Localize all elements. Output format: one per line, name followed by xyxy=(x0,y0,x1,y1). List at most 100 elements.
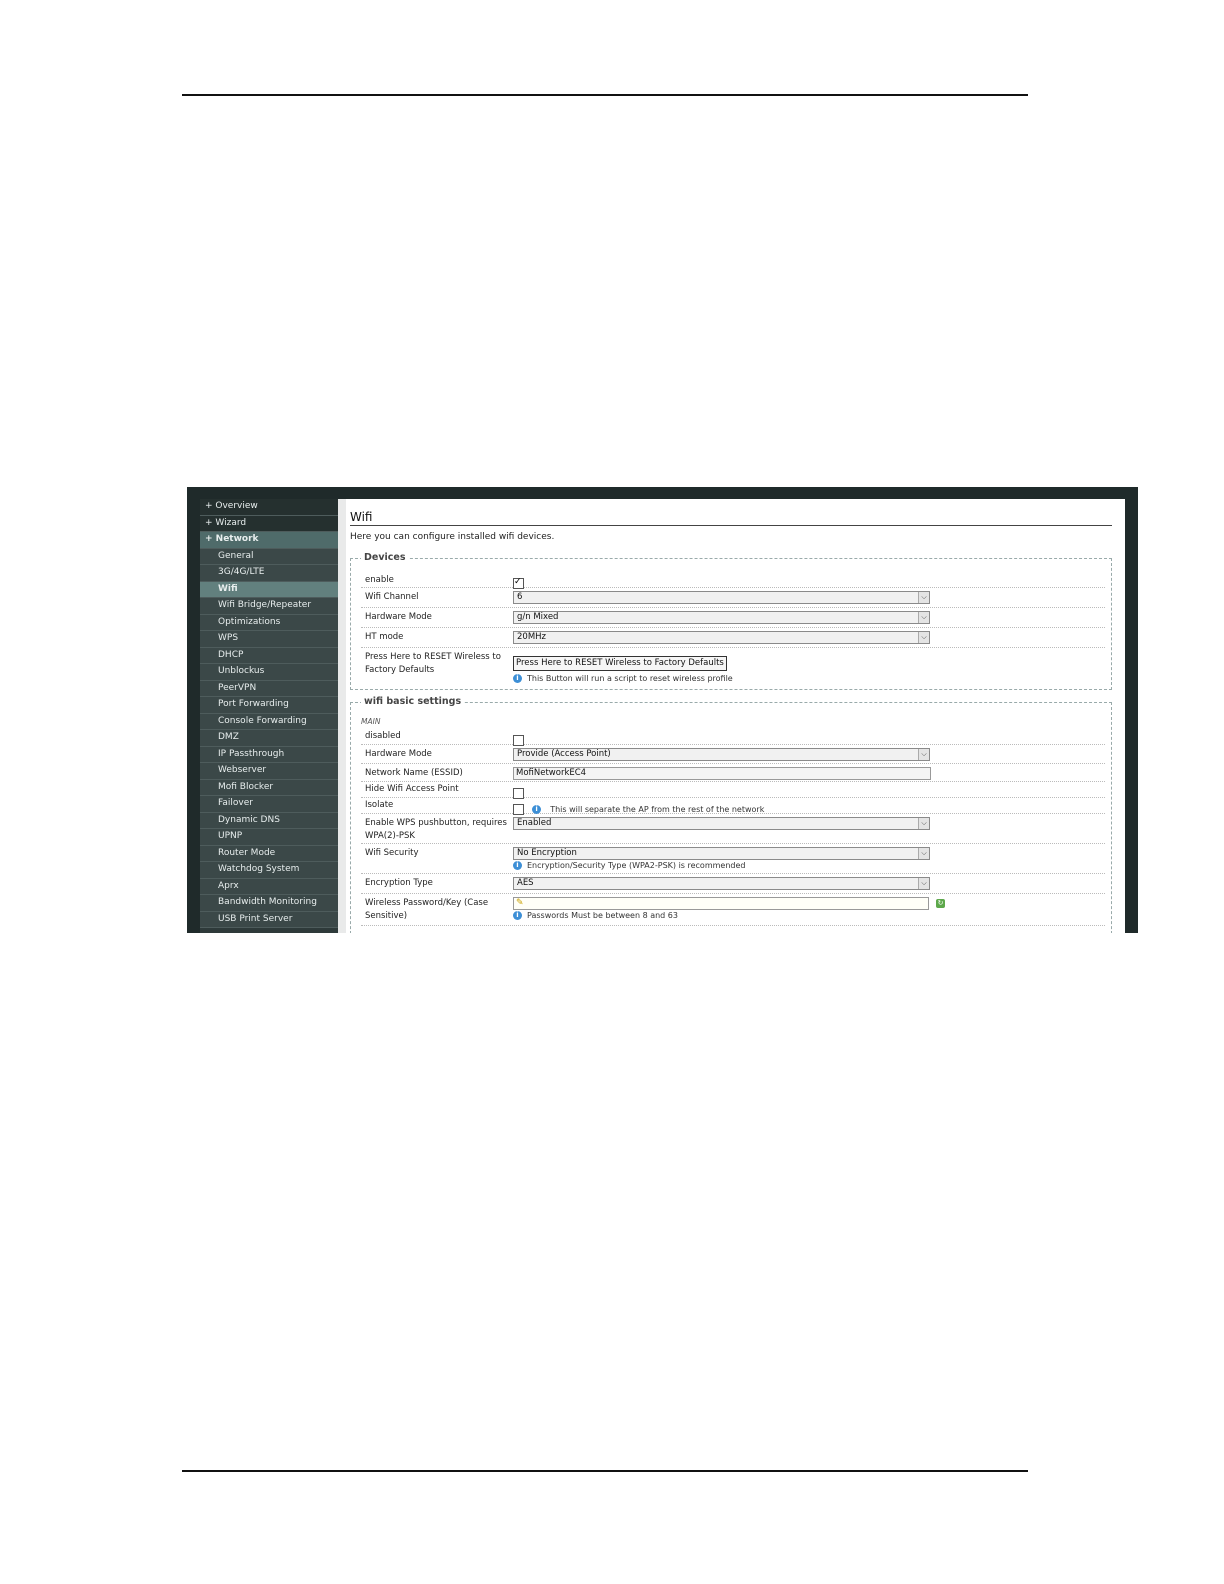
wifi-security-row: Wifi Security No Encryption ⌵ i Encryptio… xyxy=(361,844,1105,874)
security-hint: i Encryption/Security Type (WPA2-PSK) is … xyxy=(513,861,930,870)
password-hint: i Passwords Must be between 8 and 63 xyxy=(513,911,929,920)
sidebar-item-upnp[interactable]: UPNP xyxy=(200,829,338,846)
sidebar-item-dynamic-dns[interactable]: Dynamic DNS xyxy=(200,812,338,829)
hardware-mode-label: Hardware Mode xyxy=(365,612,432,622)
sidebar-item-peervpn[interactable]: PeerVPN xyxy=(200,680,338,697)
disabled-label: disabled xyxy=(365,731,401,741)
wifi-security-select[interactable]: No Encryption ⌵ xyxy=(513,847,930,860)
ht-mode-label: HT mode xyxy=(365,632,404,642)
isolate-hint: This will separate the AP from the rest … xyxy=(550,805,765,814)
encryption-type-value: AES xyxy=(517,878,534,888)
ht-mode-value: 20MHz xyxy=(517,632,547,642)
password-input[interactable]: ✎ ↻ xyxy=(513,897,945,910)
admin-window: + Overview + Wizard + Network General 3G/4G/… xyxy=(200,499,1125,933)
encryption-type-row: Encryption Type AES ⌵ xyxy=(361,874,1105,894)
sidebar-item-wifi-bridge-repeater[interactable]: Wifi Bridge/Repeater xyxy=(200,598,338,615)
info-icon: i xyxy=(513,911,522,920)
sidebar-item-unblockus[interactable]: Unblockus xyxy=(200,664,338,681)
wps-value: Enabled xyxy=(517,818,552,828)
router-admin-screenshot: + Overview + Wizard + Network General 3G/4G/… xyxy=(187,487,1138,933)
sidebar-item-webserver[interactable]: Webserver xyxy=(200,763,338,780)
isolate-label: Isolate xyxy=(365,800,394,810)
wps-label: Enable WPS pushbutton, requires WPA(2)-P… xyxy=(365,818,507,841)
security-hint-text: Encryption/Security Type (WPA2-PSK) is r… xyxy=(527,861,746,870)
sidebar-item-router-mode[interactable]: Router Mode xyxy=(200,845,338,862)
wps-select[interactable]: Enabled ⌵ xyxy=(513,817,930,830)
encryption-type-select[interactable]: AES ⌵ xyxy=(513,877,930,890)
sidebar-nav: + Overview + Wizard + Network General 3G/4G/… xyxy=(200,499,338,933)
footer-rule xyxy=(182,1470,1028,1472)
main-content: Wifi Here you can configure installed wi… xyxy=(346,499,1125,933)
reveal-password-icon[interactable]: ↻ xyxy=(936,899,945,908)
chevron-down-icon: ⌵ xyxy=(918,848,929,859)
sidebar-item-3g-4g-lte[interactable]: 3G/4G/LTE xyxy=(200,565,338,582)
essid-label: Network Name (ESSID) xyxy=(365,768,463,778)
password-hint-text: Passwords Must be between 8 and 63 xyxy=(527,911,678,920)
password-label: Wireless Password/Key (Case Sensitive) xyxy=(365,898,489,921)
key-icon: ✎ xyxy=(516,898,524,908)
chevron-down-icon: ⌵ xyxy=(918,818,929,829)
isolate-row: Isolate i This will separate the AP from… xyxy=(361,798,1105,815)
wifi-basic-settings-fieldset: wifi basic settings MAIN disabled Hardwa… xyxy=(350,696,1112,933)
info-icon: i xyxy=(513,861,522,870)
sidebar-item-wizard[interactable]: + Wizard xyxy=(200,515,338,532)
sidebar-item-dhcp[interactable]: DHCP xyxy=(200,647,338,664)
password-row: Wireless Password/Key (Case Sensitive) ✎… xyxy=(361,894,1105,926)
hide-ap-row: Hide Wifi Access Point xyxy=(361,782,1105,799)
wifi-channel-row: Wifi Channel 6 ⌵ xyxy=(361,588,1105,608)
basic-hardware-mode-select[interactable]: Provide (Access Point) ⌵ xyxy=(513,748,930,761)
devices-legend: Devices xyxy=(361,552,409,563)
sidebar-item-failover[interactable]: Failover xyxy=(200,796,338,813)
wifi-security-label: Wifi Security xyxy=(365,848,419,858)
sidebar-item-dmz[interactable]: DMZ xyxy=(200,730,338,747)
sidebar-item-overview[interactable]: + Overview xyxy=(200,499,338,516)
sidebar-item-port-forwarding[interactable]: Port Forwarding xyxy=(200,697,338,714)
hide-ap-label: Hide Wifi Access Point xyxy=(365,784,459,794)
reset-label: Press Here to RESET Wireless to Factory … xyxy=(365,652,501,675)
chevron-down-icon: ⌵ xyxy=(918,749,929,760)
sidebar-item-wifi[interactable]: Wifi xyxy=(200,581,338,598)
sidebar-item-aprx[interactable]: Aprx xyxy=(200,878,338,895)
ht-mode-select[interactable]: 20MHz ⌵ xyxy=(513,631,930,644)
chevron-down-icon: ⌵ xyxy=(918,878,929,889)
devices-fieldset: Devices enable Wifi Channel 6 ⌵ xyxy=(350,552,1112,690)
hardware-mode-select[interactable]: g/n Mixed ⌵ xyxy=(513,611,930,624)
sidebar-item-wps[interactable]: WPS xyxy=(200,631,338,648)
title-divider xyxy=(350,525,1112,526)
sidebar-item-usb-print-server[interactable]: USB Print Server xyxy=(200,911,338,928)
page-title: Wifi xyxy=(350,510,373,524)
reset-hint-text: This Button will run a script to reset w… xyxy=(527,674,733,683)
basic-hardware-mode-row: Hardware Mode Provide (Access Point) ⌵ xyxy=(361,745,1105,764)
essid-row: Network Name (ESSID) MofiNetworkEC4 xyxy=(361,764,1105,782)
sidebar-item-ip-passthrough[interactable]: IP Passthrough xyxy=(200,746,338,763)
enable-row: enable xyxy=(361,571,1105,589)
info-icon: i xyxy=(513,674,522,683)
info-icon: i xyxy=(532,805,542,814)
reset-hint: i This Button will run a script to reset … xyxy=(513,674,733,683)
essid-input[interactable]: MofiNetworkEC4 xyxy=(513,767,931,780)
sidebar-item-general[interactable]: General xyxy=(200,548,338,565)
sidebar-item-console-forwarding[interactable]: Console Forwarding xyxy=(200,713,338,730)
enable-label: enable xyxy=(365,575,394,585)
ht-mode-row: HT mode 20MHz ⌵ xyxy=(361,628,1105,648)
basic-hardware-mode-value: Provide (Access Point) xyxy=(517,749,611,759)
sidebar-item-optimizations[interactable]: Optimizations xyxy=(200,614,338,631)
chevron-down-icon: ⌵ xyxy=(918,632,929,643)
basic-hardware-mode-label: Hardware Mode xyxy=(365,749,432,759)
wifi-security-value: No Encryption xyxy=(517,848,577,858)
wps-row: Enable WPS pushbutton, requires WPA(2)-P… xyxy=(361,814,1105,844)
reset-wireless-button[interactable]: Press Here to RESET Wireless to Factory … xyxy=(513,656,727,671)
sidebar-item-watchdog-system[interactable]: Watchdog System xyxy=(200,862,338,879)
main-section-label: MAIN xyxy=(361,717,381,726)
wifi-channel-label: Wifi Channel xyxy=(365,592,419,602)
page-description: Here you can configure installed wifi de… xyxy=(350,532,555,542)
sidebar-item-bandwidth-monitoring[interactable]: Bandwidth Monitoring xyxy=(200,895,338,912)
sidebar-item-mofi-blocker[interactable]: Mofi Blocker xyxy=(200,779,338,796)
reset-row: Press Here to RESET Wireless to Factory … xyxy=(361,648,1105,683)
hardware-mode-row: Hardware Mode g/n Mixed ⌵ xyxy=(361,608,1105,628)
header-rule xyxy=(182,94,1028,96)
sidebar-item-network[interactable]: + Network xyxy=(200,532,338,549)
wifi-channel-select[interactable]: 6 ⌵ xyxy=(513,591,930,604)
hardware-mode-value: g/n Mixed xyxy=(517,612,559,622)
chevron-down-icon: ⌵ xyxy=(918,592,929,603)
